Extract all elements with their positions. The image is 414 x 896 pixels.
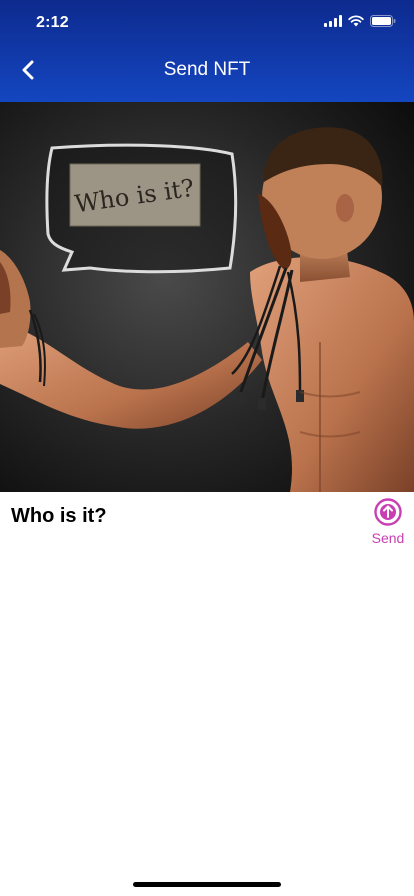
page-title: Send NFT bbox=[163, 59, 251, 80]
battery-icon bbox=[370, 15, 396, 27]
wifi-icon bbox=[348, 15, 364, 27]
nav-bar: Send NFT bbox=[0, 44, 414, 98]
signal-icon bbox=[324, 15, 342, 27]
header: 2:12 Send NFT bbox=[0, 0, 414, 102]
status-icons bbox=[324, 15, 396, 27]
nft-image: Who is it? bbox=[0, 102, 414, 492]
status-bar: 2:12 bbox=[0, 0, 414, 44]
send-arrow-up-icon bbox=[374, 498, 402, 526]
home-indicator[interactable] bbox=[133, 882, 281, 887]
send-button[interactable]: Send bbox=[366, 498, 410, 552]
send-label: Send bbox=[371, 530, 405, 546]
nft-title: Who is it? bbox=[11, 505, 107, 527]
status-time: 2:12 bbox=[36, 14, 69, 31]
nft-artwork: Who is it? bbox=[0, 102, 414, 492]
